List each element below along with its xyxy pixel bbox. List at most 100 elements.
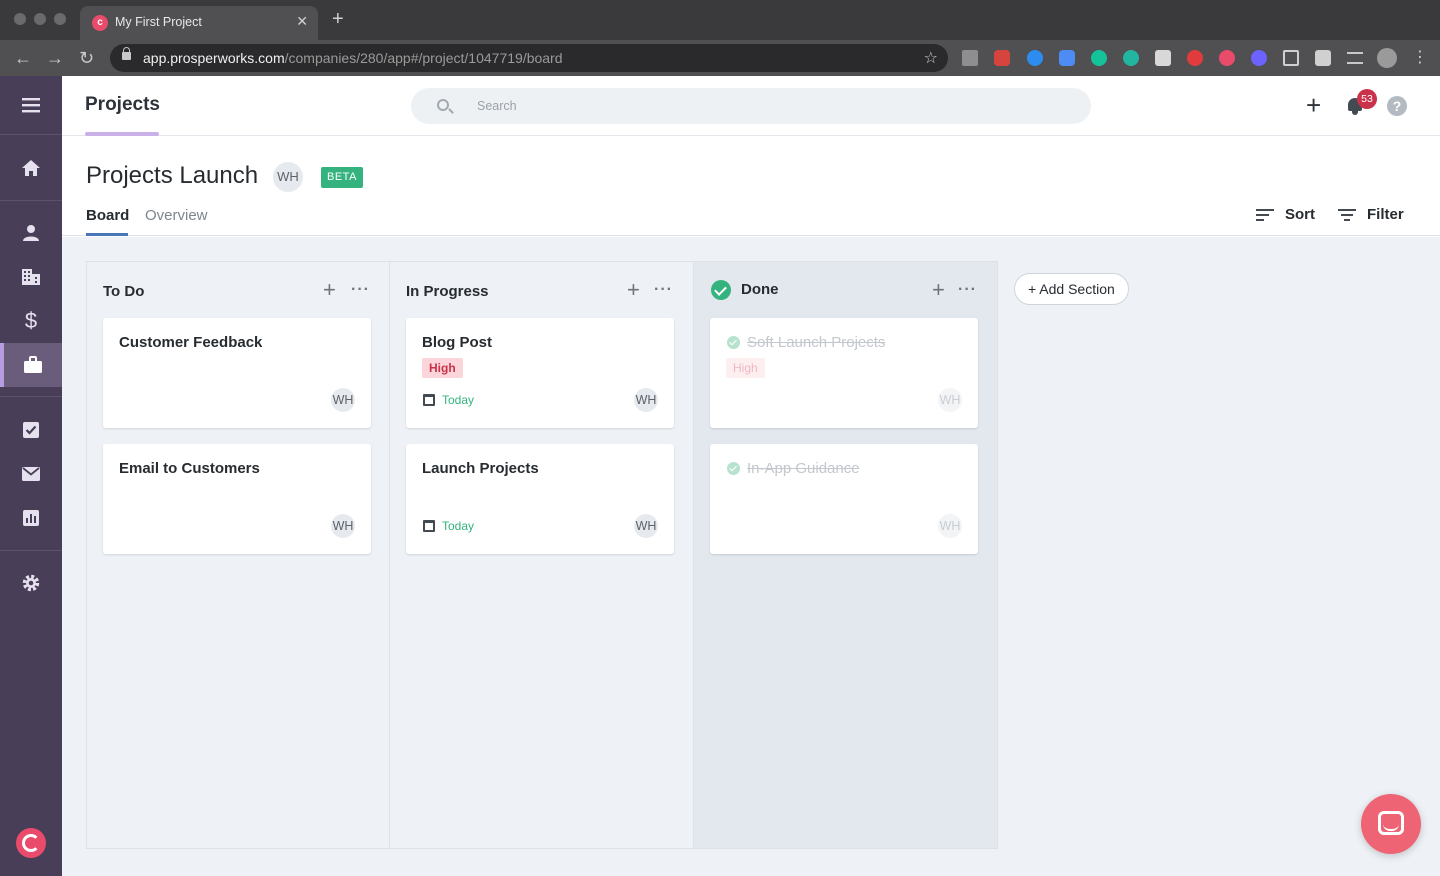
notification-count-badge: 53 bbox=[1357, 89, 1377, 109]
url-text: app.prosperworks.com/companies/280/app#/… bbox=[143, 50, 563, 66]
card-title: Soft Launch Projects bbox=[747, 334, 886, 351]
reports-chart-icon[interactable] bbox=[0, 496, 62, 540]
card-title: Email to Customers bbox=[119, 460, 260, 477]
reload-icon[interactable]: ↻ bbox=[79, 47, 94, 69]
bookmark-star-icon[interactable]: ☆ bbox=[924, 48, 938, 68]
column-title: In Progress bbox=[406, 283, 489, 300]
browser-menu-icon[interactable]: ⋮ bbox=[1412, 50, 1428, 66]
column-title: Done bbox=[741, 281, 779, 298]
tab-board[interactable]: Board bbox=[86, 207, 129, 224]
priority-tag: High bbox=[422, 358, 463, 378]
column-more-options-icon[interactable]: ··· bbox=[958, 278, 977, 302]
tab-overview[interactable]: Overview bbox=[145, 207, 208, 224]
due-date: Today bbox=[423, 519, 474, 533]
task-card[interactable]: Launch Projects Today WH bbox=[406, 444, 674, 554]
zoom-extension-icon[interactable] bbox=[1059, 50, 1075, 66]
email-envelope-icon[interactable] bbox=[0, 452, 62, 496]
people-icon[interactable] bbox=[0, 211, 62, 255]
window-zoom-dot[interactable] bbox=[54, 13, 66, 25]
due-date-label: Today bbox=[442, 519, 475, 533]
global-search[interactable] bbox=[411, 88, 1091, 124]
extension-hand-icon[interactable] bbox=[1187, 50, 1203, 66]
task-card[interactable]: Customer Feedback WH bbox=[103, 318, 371, 428]
home-icon[interactable] bbox=[0, 146, 62, 190]
assignee-avatar: WH bbox=[634, 514, 658, 538]
extension-purple-icon[interactable] bbox=[1251, 50, 1267, 66]
assignee-avatar: WH bbox=[938, 388, 962, 412]
sort-label: Sort bbox=[1285, 206, 1315, 223]
column-add-card-button[interactable]: + bbox=[627, 278, 640, 302]
filter-button[interactable]: Filter bbox=[1338, 206, 1404, 223]
column-more-options-icon[interactable]: ··· bbox=[351, 278, 370, 302]
settings-gear-icon[interactable] bbox=[0, 561, 62, 605]
address-bar[interactable]: app.prosperworks.com/companies/280/app#/… bbox=[110, 44, 948, 72]
tab-title: My First Project bbox=[115, 15, 202, 29]
done-check-icon bbox=[711, 280, 731, 300]
browser-tab-bar: c My First Project ✕ + bbox=[0, 0, 1440, 40]
chat-launcher-icon[interactable] bbox=[1361, 794, 1421, 854]
copper-extension-icon[interactable] bbox=[1219, 50, 1235, 66]
copper-favicon-icon: c bbox=[92, 15, 108, 31]
task-card[interactable]: Email to Customers WH bbox=[103, 444, 371, 554]
drive-extension-icon[interactable] bbox=[962, 50, 978, 66]
back-arrow-icon[interactable]: ← bbox=[14, 47, 32, 69]
column-add-card-button[interactable]: + bbox=[932, 278, 945, 302]
forward-arrow-icon[interactable]: → bbox=[46, 47, 64, 69]
project-header: Projects Launch WH BETA Board Overview S… bbox=[62, 137, 1440, 236]
project-owner-avatar[interactable]: WH bbox=[273, 162, 303, 192]
extension-red-icon[interactable] bbox=[994, 50, 1010, 66]
bell-clapper bbox=[1352, 111, 1358, 115]
projects-briefcase-icon[interactable] bbox=[0, 343, 62, 387]
calendar-icon bbox=[423, 394, 435, 406]
sort-lines-icon bbox=[1256, 208, 1275, 222]
task-card[interactable]: Blog Post High Today WH bbox=[406, 318, 674, 428]
opportunities-dollar-icon[interactable]: $ bbox=[0, 299, 62, 343]
project-title: Projects Launch bbox=[86, 162, 259, 189]
pocket-extension-icon[interactable] bbox=[1155, 50, 1171, 66]
completed-check-icon[interactable] bbox=[727, 336, 740, 349]
help-icon[interactable]: ? bbox=[1387, 96, 1407, 116]
due-date-label: Today bbox=[442, 393, 475, 407]
beta-badge: BETA bbox=[321, 167, 363, 188]
tasks-checkbox-icon[interactable] bbox=[0, 408, 62, 452]
browser-tab[interactable]: c My First Project ✕ bbox=[80, 6, 318, 40]
priority-tag: High bbox=[726, 358, 765, 378]
hamburger-menu-icon[interactable] bbox=[0, 83, 62, 127]
task-card-completed[interactable]: In-App Guidance WH bbox=[710, 444, 978, 554]
card-title: Customer Feedback bbox=[119, 334, 263, 351]
assignee-avatar: WH bbox=[331, 388, 355, 412]
active-tab-indicator bbox=[86, 233, 128, 236]
window-close-dot[interactable] bbox=[14, 13, 26, 25]
search-icon bbox=[437, 99, 449, 111]
add-section-button[interactable]: + Add Section bbox=[1014, 273, 1129, 305]
search-input[interactable] bbox=[477, 88, 1057, 124]
task-card-completed[interactable]: Soft Launch Projects High WH bbox=[710, 318, 978, 428]
kanban-board: To Do + ··· Customer Feedback WH Email t… bbox=[62, 237, 1440, 876]
rail-divider bbox=[0, 200, 62, 201]
copper-logo-icon[interactable] bbox=[16, 828, 46, 858]
completed-check-icon[interactable] bbox=[727, 462, 740, 475]
reading-list-icon[interactable] bbox=[1347, 52, 1363, 64]
lock-icon bbox=[122, 47, 131, 60]
column-more-options-icon[interactable]: ··· bbox=[654, 278, 673, 302]
assignee-avatar: WH bbox=[331, 514, 355, 538]
new-tab-button[interactable]: + bbox=[332, 9, 344, 29]
left-navigation-rail: $ bbox=[0, 76, 62, 876]
extension-m-icon[interactable] bbox=[1123, 50, 1139, 66]
board-column-in-progress: In Progress + ··· Blog Post High Today W… bbox=[389, 261, 694, 849]
tab-close-icon[interactable]: ✕ bbox=[296, 13, 308, 30]
calendar-icon bbox=[423, 520, 435, 532]
extensions-puzzle-icon[interactable] bbox=[1315, 50, 1331, 66]
window-minimize-dot[interactable] bbox=[34, 13, 46, 25]
grid-extension-icon[interactable] bbox=[1283, 50, 1299, 66]
global-add-button[interactable]: + bbox=[1306, 91, 1321, 119]
board-column-done: Done + ··· Soft Launch Projects High WH … bbox=[693, 261, 998, 849]
grammarly-extension-icon[interactable] bbox=[1091, 50, 1107, 66]
extension-blue-circle-icon[interactable] bbox=[1027, 50, 1043, 66]
due-date: Today bbox=[423, 393, 474, 407]
profile-avatar[interactable] bbox=[1377, 48, 1397, 68]
filter-funnel-icon bbox=[1338, 208, 1357, 222]
companies-building-icon[interactable] bbox=[0, 255, 62, 299]
column-add-card-button[interactable]: + bbox=[323, 278, 336, 302]
sort-button[interactable]: Sort bbox=[1256, 206, 1315, 223]
